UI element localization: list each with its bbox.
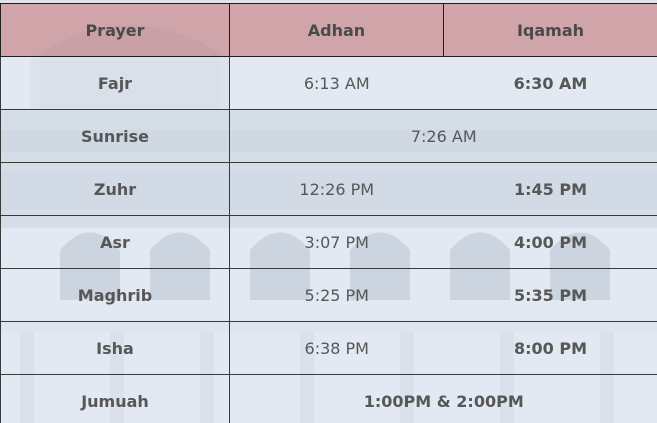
prayer-row-fajr: Fajr 6:13 AM 6:30 AM [0, 56, 657, 110]
prayer-row-zuhr: Zuhr 12:26 PM 1:45 PM [0, 162, 657, 216]
iqamah-time: 6:30 AM [443, 56, 657, 110]
header-prayer: Prayer [0, 3, 230, 57]
prayer-row-isha: Isha 6:38 PM 8:00 PM [0, 321, 657, 375]
iqamah-time: 1:45 PM [443, 162, 657, 216]
prayer-name: Asr [0, 215, 230, 269]
prayer-name: Isha [0, 321, 230, 375]
iqamah-time: 8:00 PM [443, 321, 657, 375]
prayer-row-jumuah: Jumuah 1:00PM & 2:00PM [0, 374, 657, 423]
jumuah-time: 1:00PM & 2:00PM [229, 374, 657, 423]
adhan-time: 5:25 PM [229, 268, 444, 322]
adhan-time: 6:13 AM [229, 56, 444, 110]
header-adhan: Adhan [229, 3, 444, 57]
prayer-name: Zuhr [0, 162, 230, 216]
table-header-row: Prayer Adhan Iqamah [0, 3, 657, 57]
prayer-times-table: Prayer Adhan Iqamah Fajr 6:13 AM 6:30 AM… [0, 3, 657, 423]
prayer-times-widget: Prayer Adhan Iqamah Fajr 6:13 AM 6:30 AM… [0, 0, 657, 423]
iqamah-time: 5:35 PM [443, 268, 657, 322]
adhan-time: 6:38 PM [229, 321, 444, 375]
adhan-time: 3:07 PM [229, 215, 444, 269]
prayer-name: Sunrise [0, 109, 230, 163]
header-iqamah: Iqamah [443, 3, 657, 57]
adhan-time: 12:26 PM [229, 162, 444, 216]
prayer-row-maghrib: Maghrib 5:25 PM 5:35 PM [0, 268, 657, 322]
prayer-name: Maghrib [0, 268, 230, 322]
sunrise-time: 7:26 AM [229, 109, 657, 163]
prayer-row-asr: Asr 3:07 PM 4:00 PM [0, 215, 657, 269]
iqamah-time: 4:00 PM [443, 215, 657, 269]
prayer-row-sunrise: Sunrise 7:26 AM [0, 109, 657, 163]
prayer-name: Fajr [0, 56, 230, 110]
prayer-name: Jumuah [0, 374, 230, 423]
